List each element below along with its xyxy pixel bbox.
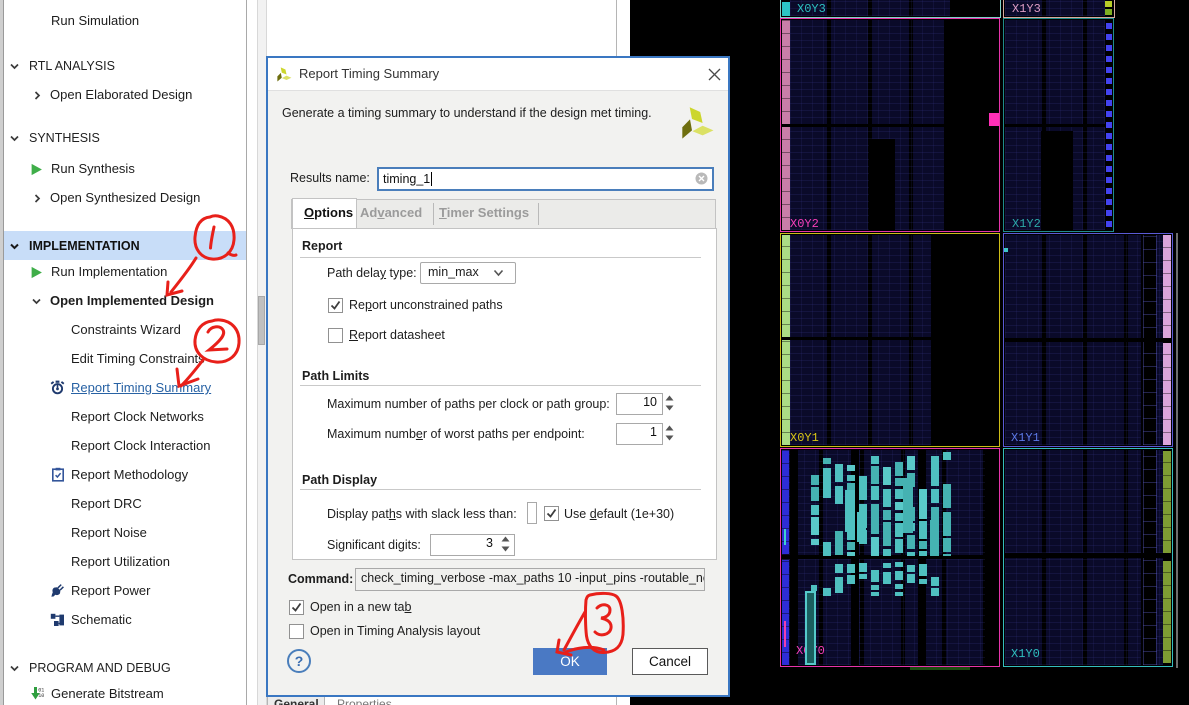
- svg-text:10: 10: [38, 693, 44, 699]
